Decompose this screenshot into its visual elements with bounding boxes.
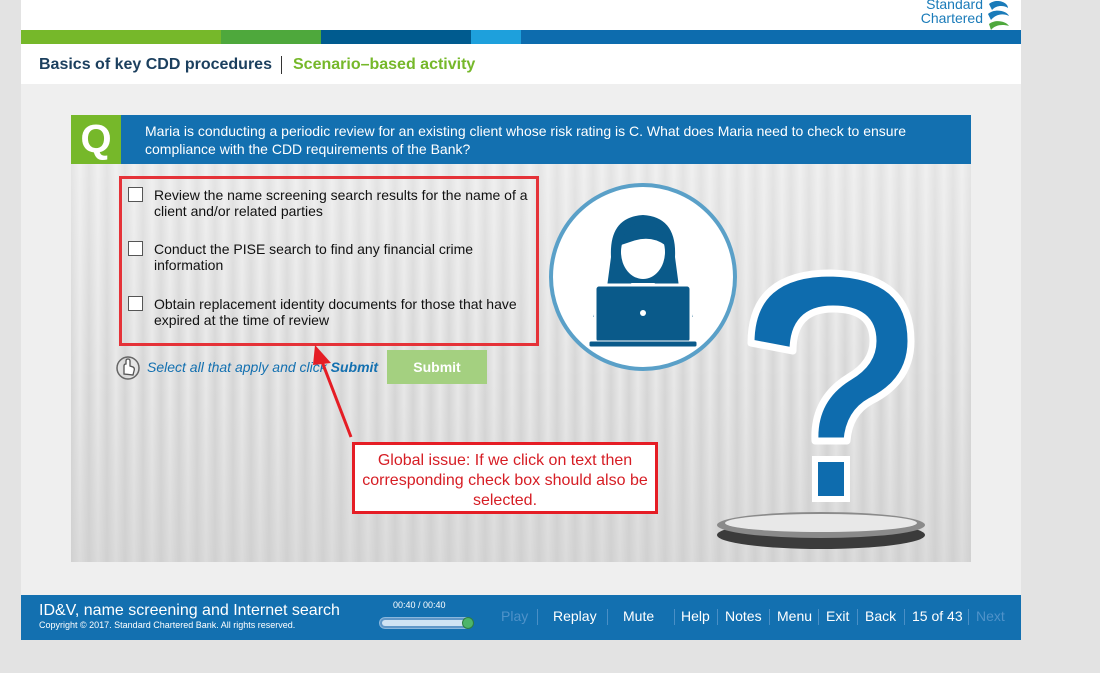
instruction-prefix: Select all that apply and click <box>147 359 331 375</box>
option-1-checkbox[interactable] <box>128 187 143 202</box>
question-bar: Q Maria is conducting a periodic review … <box>71 115 971 164</box>
option-1-label[interactable]: Review the name screening search results… <box>154 187 534 219</box>
header-stripe-lightblue <box>471 30 521 44</box>
progress-fill <box>382 620 472 626</box>
nav-separator <box>769 609 770 625</box>
title-separator <box>281 56 282 74</box>
options-highlight-box: Review the name screening search results… <box>119 176 539 346</box>
question-mark-icon <box>747 269 915 502</box>
back-button[interactable]: Back <box>865 608 896 624</box>
nav-separator <box>818 609 819 625</box>
header-stripe-navy <box>321 30 471 44</box>
annotation-arrow-icon <box>313 345 353 438</box>
nav-separator <box>904 609 905 625</box>
pedestal-icon <box>717 512 925 549</box>
mute-button[interactable]: Mute <box>623 608 654 624</box>
next-button[interactable]: Next <box>976 608 1005 624</box>
play-button[interactable]: Play <box>501 608 528 624</box>
standard-chartered-logo-icon <box>988 1 1009 30</box>
header-stripe-green <box>21 30 221 44</box>
progress-handle[interactable] <box>462 617 474 629</box>
nav-separator <box>607 609 608 625</box>
logo-area: Standard Chartered <box>21 0 1021 30</box>
nav-separator <box>537 609 538 625</box>
header-stripe-blue <box>521 30 1021 44</box>
help-button[interactable]: Help <box>681 608 710 624</box>
exit-button[interactable]: Exit <box>826 608 849 624</box>
nav-separator <box>674 609 675 625</box>
player-footer: ID&V, name screening and Internet search… <box>21 595 1021 640</box>
activity-panel: Q Maria is conducting a periodic review … <box>71 115 971 562</box>
time-readout: 00:40 / 00:40 <box>393 600 446 610</box>
hand-pointer-icon <box>116 356 140 380</box>
question-badge: Q <box>71 115 121 164</box>
course-title: Basics of key CDD procedures <box>39 56 272 73</box>
user-avatar-illustration <box>549 183 737 371</box>
nav-separator <box>968 609 969 625</box>
option-3-checkbox[interactable] <box>128 296 143 311</box>
brand-line-2: Chartered <box>920 10 983 26</box>
brand-logo-text: Standard Chartered <box>921 0 983 25</box>
option-2-label[interactable]: Conduct the PISE search to find any fina… <box>154 241 534 273</box>
header-stripe-darkgreen <box>221 30 321 44</box>
page-counter: 15 of 43 <box>912 608 963 624</box>
review-annotation: Global issue: If we click on text then c… <box>352 442 658 514</box>
audio-progress-bar[interactable] <box>379 617 474 629</box>
title-bar: Basics of key CDD procedures Scenario–ba… <box>21 44 1021 84</box>
replay-button[interactable]: Replay <box>553 608 597 624</box>
person-at-laptop-icon <box>588 215 698 348</box>
nav-separator <box>857 609 858 625</box>
nav-separator <box>717 609 718 625</box>
course-window: Standard Chartered Basics of key CDD pro… <box>21 0 1021 640</box>
copyright-text: Copyright © 2017. Standard Chartered Ban… <box>39 620 296 630</box>
submit-button[interactable]: Submit <box>387 350 487 384</box>
menu-button[interactable]: Menu <box>777 608 812 624</box>
option-2-checkbox[interactable] <box>128 241 143 256</box>
option-3-label[interactable]: Obtain replacement identity documents fo… <box>154 296 534 328</box>
module-title: ID&V, name screening and Internet search <box>39 602 340 619</box>
question-text: Maria is conducting a periodic review fo… <box>145 123 907 157</box>
activity-title: Scenario–based activity <box>293 56 476 73</box>
notes-button[interactable]: Notes <box>725 608 762 624</box>
